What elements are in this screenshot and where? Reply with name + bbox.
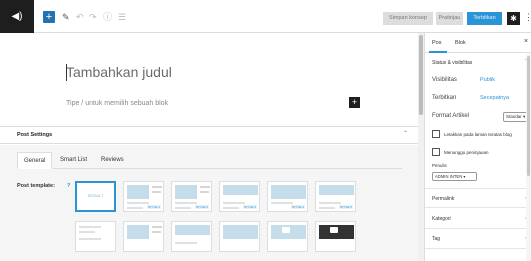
template-style-3[interactable]: STYLE 3 — [219, 181, 260, 212]
template-style-10[interactable] — [267, 221, 308, 252]
editor-app: ◀) + ✎ ↶ ↷ ⓘ ☰ Simpan konsep Pratinjau T… — [0, 0, 531, 261]
pending-review-label: Menunggu peninjauan — [444, 150, 489, 155]
tab-smart-list[interactable]: Smart List — [54, 152, 93, 169]
add-block-button[interactable]: + — [43, 11, 55, 23]
publish-date-toggle[interactable]: Secepatnya — [480, 95, 509, 101]
block-placeholder[interactable]: Tipe / untuk memilih sebuah blok — [66, 100, 168, 107]
inline-add-block-button[interactable]: + — [349, 97, 360, 108]
template-style-1[interactable]: STYLE 1 — [123, 181, 164, 212]
publish-label: Terbitkan — [432, 95, 457, 101]
chevron-up-icon[interactable]: ⌃ — [403, 130, 408, 137]
tab-post[interactable]: Pos — [432, 40, 441, 46]
editor-scrollbar-thumb[interactable] — [419, 35, 423, 115]
post-template-label: Post template: — [17, 183, 55, 189]
tab-reviews[interactable]: Reviews — [95, 152, 130, 169]
template-style-2[interactable]: STYLE 2 — [171, 181, 212, 212]
play-icon — [282, 227, 290, 233]
template-style-9[interactable] — [219, 221, 260, 252]
section-title: Kategori — [432, 216, 451, 222]
template-default[interactable]: DEFAULT — [75, 181, 116, 212]
post-settings-header[interactable]: Post Settings ⌃ — [0, 126, 418, 144]
section-title: Tag — [432, 236, 441, 242]
redo-icon[interactable]: ↷ — [89, 11, 97, 23]
template-label: STYLE 2 — [194, 205, 209, 209]
settings-button[interactable]: ✱ — [507, 12, 520, 25]
top-toolbar: ◀) + ✎ ↶ ↷ ⓘ ☰ Simpan konsep Pratinjau T… — [0, 0, 531, 33]
gear-icon: ✱ — [510, 14, 517, 23]
visibility-label: Visibilitas — [432, 77, 457, 83]
template-style-6[interactable] — [75, 221, 116, 252]
tab-block[interactable]: Blok — [455, 40, 466, 46]
post-format-label: Format Artikel — [432, 113, 470, 119]
preview-button[interactable]: Pratinjau — [436, 12, 463, 25]
pending-review-checkbox[interactable] — [432, 148, 440, 156]
settings-sidebar: Pos Blok × Status & visibilitas ⌃ Visibi… — [424, 33, 531, 261]
sidebar-tabs: Pos Blok × — [425, 33, 531, 53]
author-label: Penulis — [432, 163, 447, 168]
sticky-checkbox[interactable] — [432, 130, 440, 138]
post-title-input[interactable]: Tambahkan judul — [66, 64, 172, 80]
category-header[interactable]: Kategori ⌄ — [425, 209, 531, 229]
template-style-8[interactable] — [171, 221, 212, 252]
close-icon[interactable]: × — [524, 38, 528, 45]
post-settings-panel: General Smart List Reviews Post template… — [0, 145, 418, 261]
text-caret — [66, 64, 67, 81]
back-to-dashboard-button[interactable]: ◀) — [0, 0, 34, 33]
template-style-4[interactable]: STYLE 4 — [267, 181, 308, 212]
play-icon — [330, 227, 338, 233]
publish-button[interactable]: Terbitkan — [467, 12, 502, 25]
section-title: Permalink — [432, 196, 455, 202]
template-style-11[interactable] — [315, 221, 356, 252]
template-label: STYLE 5 — [338, 205, 353, 209]
help-icon[interactable]: ? — [67, 183, 70, 189]
status-visibility-header[interactable]: Status & visibilitas ⌃ — [425, 53, 531, 73]
section-title: Status & visibilitas — [432, 60, 473, 66]
vertical-ellipsis-icon: ⋮ — [524, 12, 531, 22]
template-label: STYLE 3 — [242, 205, 257, 209]
list-view-icon[interactable]: ☰ — [118, 11, 126, 23]
tag-header[interactable]: Tag ⌄ — [425, 229, 531, 249]
author-select[interactable]: ADMIN INTEN ▾ — [432, 172, 477, 181]
edit-mode-icon[interactable]: ✎ — [62, 11, 70, 23]
template-label: STYLE 4 — [290, 205, 305, 209]
save-draft-button[interactable]: Simpan konsep — [383, 12, 433, 25]
sticky-label: Letakkan pada laman teratas blog — [444, 132, 512, 137]
template-label: DEFAULT — [87, 194, 104, 198]
more-options-button[interactable]: ⋮ — [524, 10, 531, 24]
undo-icon[interactable]: ↶ — [76, 11, 84, 23]
visibility-toggle[interactable]: Publik — [480, 77, 495, 83]
info-icon[interactable]: ⓘ — [103, 11, 112, 23]
post-settings-title: Post Settings — [17, 132, 53, 138]
post-settings-tabs: General Smart List Reviews — [17, 152, 402, 169]
permalink-header[interactable]: Permalink ⌄ — [425, 188, 531, 208]
template-style-7[interactable] — [123, 221, 164, 252]
sidebar-scrollbar-thumb[interactable] — [527, 56, 530, 176]
wordpress-logo-icon: ◀) — [11, 11, 23, 22]
tab-general[interactable]: General — [17, 152, 53, 169]
template-label: STYLE 1 — [146, 205, 161, 209]
template-style-5[interactable]: STYLE 5 — [315, 181, 356, 212]
